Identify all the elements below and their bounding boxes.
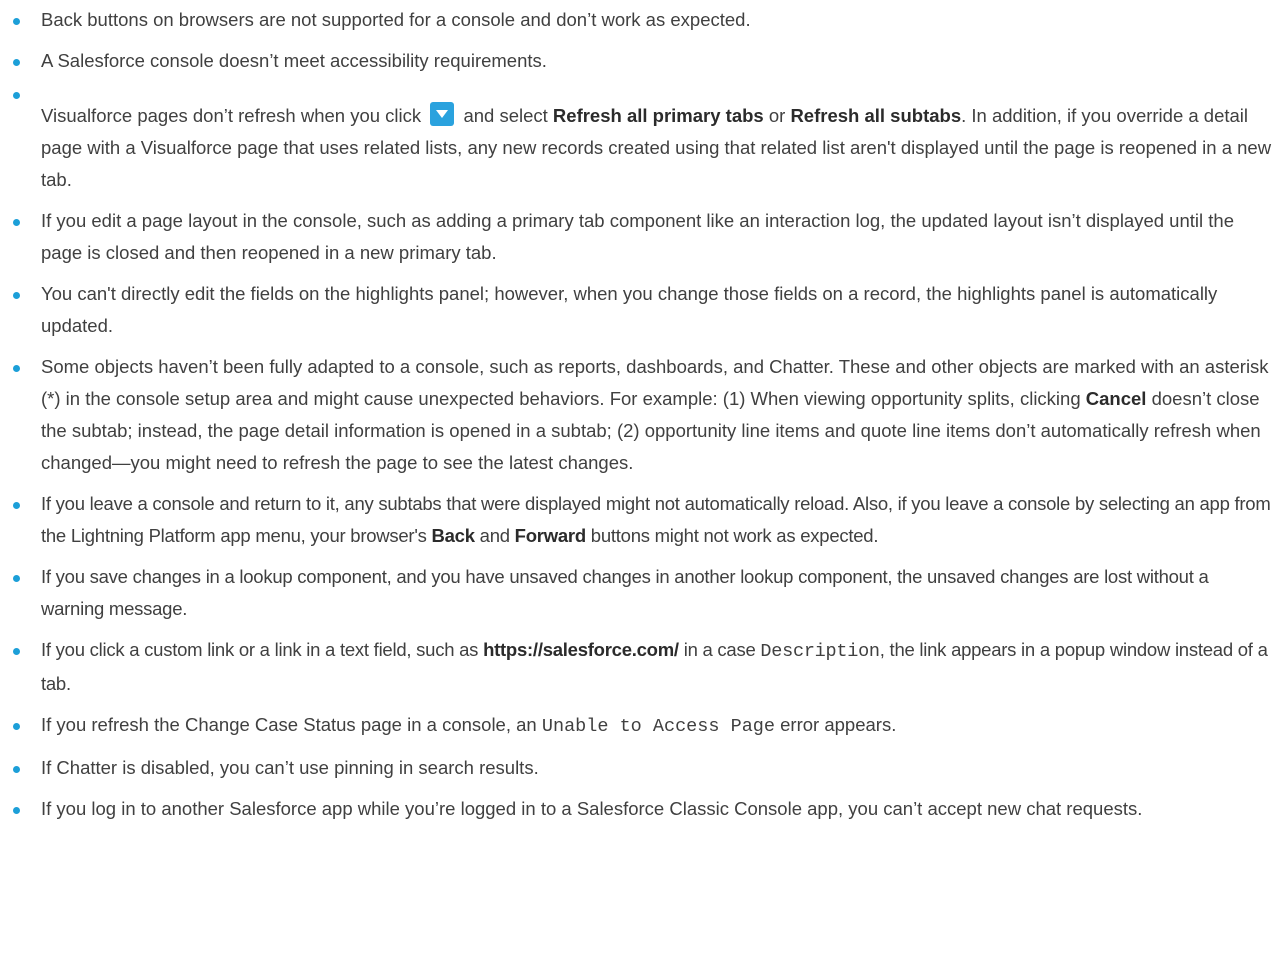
list-item-text: If you click a custom link or a link in … bbox=[41, 639, 479, 660]
list-item: If you leave a console and return to it,… bbox=[0, 488, 1275, 552]
list-item-text: If you save changes in a lookup componen… bbox=[41, 566, 1209, 619]
description-field-name: Description bbox=[760, 641, 880, 662]
list-item: If you click a custom link or a link in … bbox=[0, 634, 1275, 700]
list-item-text: If you refresh the Change Case Status pa… bbox=[41, 714, 537, 735]
list-item-text: A Salesforce console doesn’t meet access… bbox=[41, 50, 547, 71]
list-item-text: Some objects haven’t been fully adapted … bbox=[41, 356, 1269, 409]
list-item: You can't directly edit the fields on th… bbox=[0, 278, 1275, 342]
list-item-text: If you log in to another Salesforce app … bbox=[41, 798, 1143, 819]
list-item: If you save changes in a lookup componen… bbox=[0, 561, 1275, 625]
list-item-text: Back buttons on browsers are not support… bbox=[41, 9, 751, 30]
refresh-primary-tabs-label: Refresh all primary tabs bbox=[552, 105, 764, 126]
list-item-text: If Chatter is disabled, you can’t use pi… bbox=[41, 757, 539, 778]
salesforce-link-text: https://salesforce.com/ bbox=[483, 639, 679, 660]
list-item: Some objects haven’t been fully adapted … bbox=[0, 351, 1275, 479]
dropdown-arrow-icon bbox=[430, 102, 455, 126]
list-item-text: If you edit a page layout in the console… bbox=[41, 210, 1234, 263]
list-item-text: error appears. bbox=[780, 714, 897, 735]
back-label: Back bbox=[431, 525, 475, 546]
list-item-text: buttons might not work as expected. bbox=[590, 525, 879, 546]
error-name: Unable to Access Page bbox=[541, 716, 775, 737]
refresh-subtabs-label: Refresh all subtabs bbox=[790, 105, 962, 126]
list-item: Back buttons on browsers are not support… bbox=[0, 4, 1275, 36]
list-item-text: or bbox=[768, 105, 786, 126]
list-item-text: Visualforce pages don’t refresh when you… bbox=[41, 105, 422, 126]
cancel-label: Cancel bbox=[1085, 388, 1147, 409]
list-item-text: in a case bbox=[683, 639, 756, 660]
list-item: A Salesforce console doesn’t meet access… bbox=[0, 45, 1275, 77]
list-item-text: and select bbox=[463, 105, 548, 126]
list-item-text: and bbox=[479, 525, 510, 546]
list-item: Visualforce pages don’t refresh when you… bbox=[0, 86, 1275, 196]
forward-label: Forward bbox=[514, 525, 586, 546]
limitations-list: Back buttons on browsers are not support… bbox=[0, 0, 1275, 825]
list-item-text: You can't directly edit the fields on th… bbox=[41, 283, 1218, 336]
list-item: If Chatter is disabled, you can’t use pi… bbox=[0, 752, 1275, 784]
list-item: If you log in to another Salesforce app … bbox=[0, 793, 1275, 825]
list-item: If you edit a page layout in the console… bbox=[0, 205, 1275, 269]
list-item: If you refresh the Change Case Status pa… bbox=[0, 709, 1275, 743]
